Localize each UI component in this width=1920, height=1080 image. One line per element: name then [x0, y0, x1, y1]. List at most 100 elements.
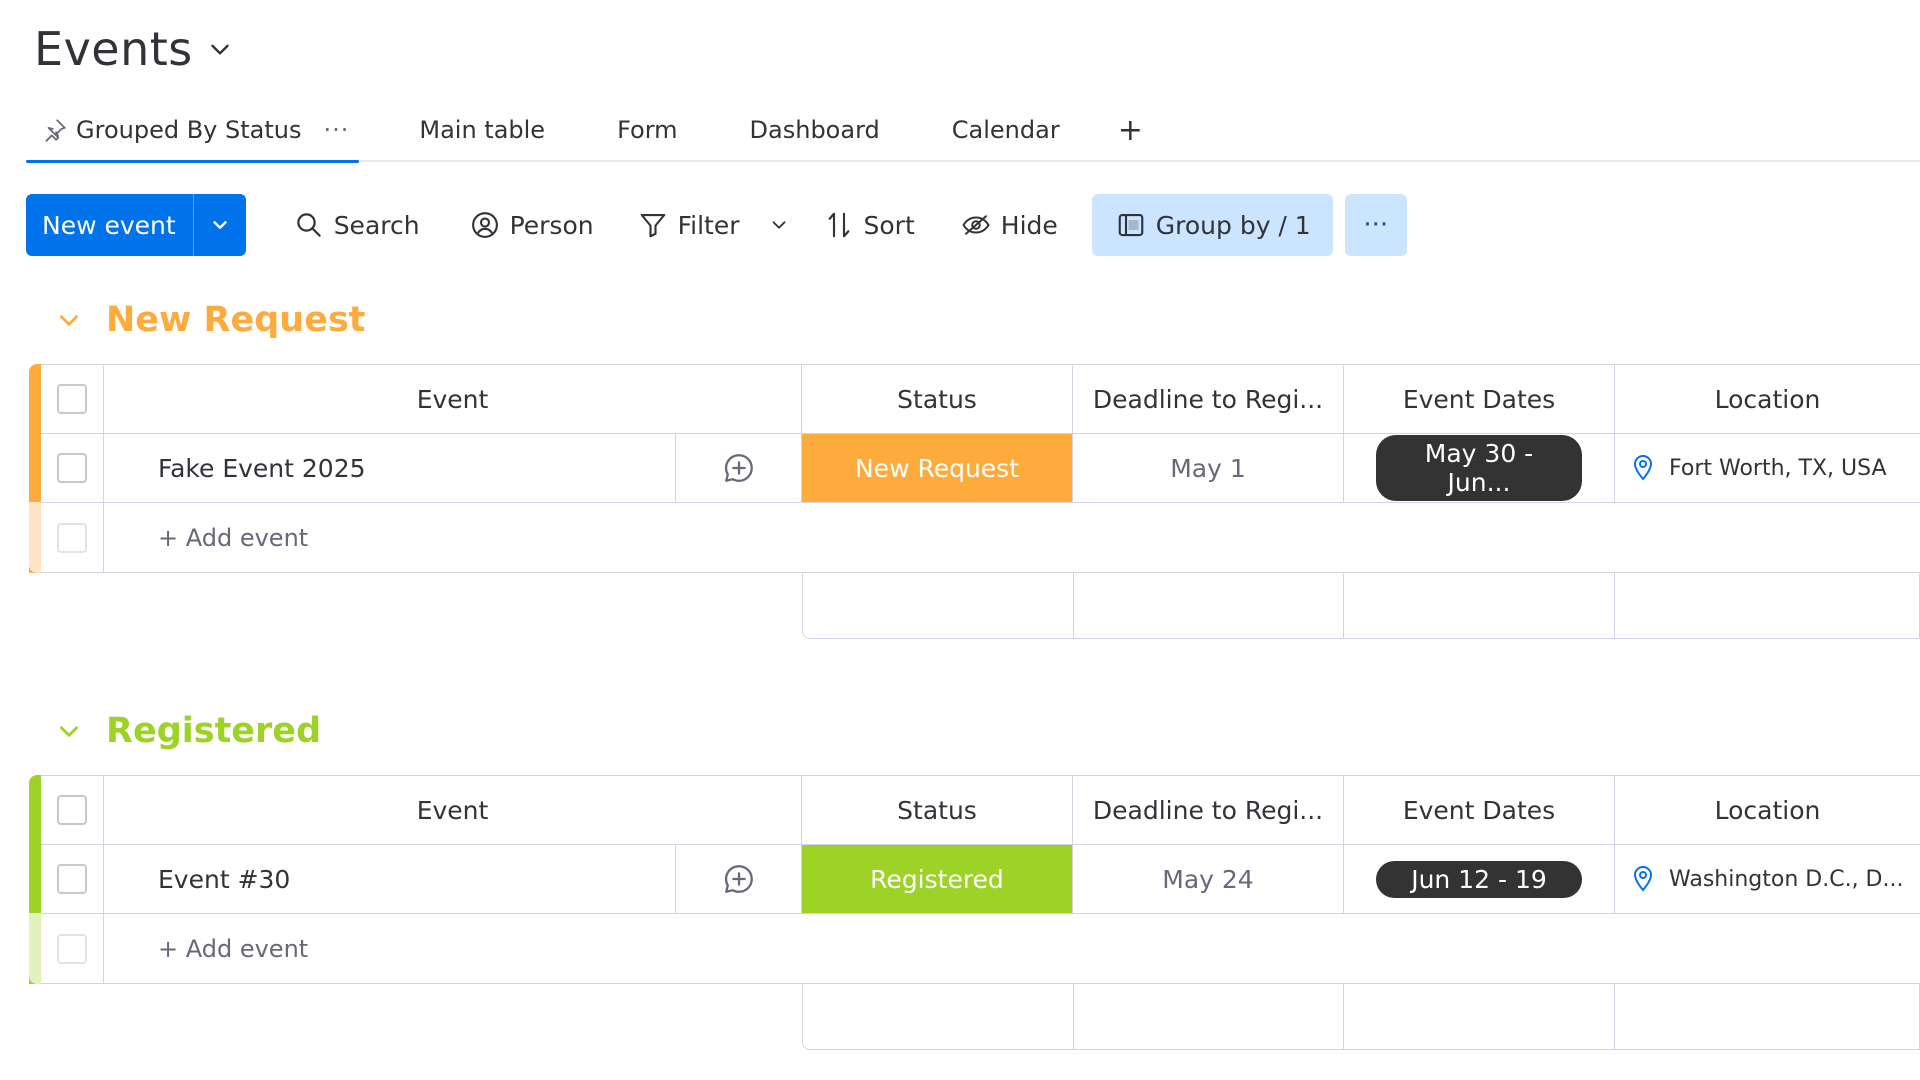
location-cell[interactable]: Fort Worth, TX, USA — [1615, 434, 1920, 502]
column-label: Event — [416, 384, 489, 414]
summary-cell — [1344, 573, 1615, 638]
updates-cell[interactable] — [676, 845, 802, 913]
column-label: Location — [1714, 384, 1821, 414]
item-name[interactable]: Event #30 — [158, 865, 290, 894]
page-title: Events — [34, 22, 193, 76]
group-by-label: Group by / 1 — [1155, 210, 1311, 240]
deadline-cell[interactable]: May 1 — [1073, 434, 1344, 502]
deadline-cell[interactable]: May 24 — [1073, 845, 1344, 913]
column-label: Status — [897, 795, 977, 825]
table-row[interactable]: Fake Event 2025 New Request May 1 May 30… — [41, 433, 1920, 502]
group-header-new-request[interactable]: New Request — [56, 300, 366, 340]
column-header-location[interactable]: Location — [1615, 776, 1920, 844]
row-select-cell — [41, 845, 104, 913]
group-by-button[interactable]: Group by / 1 — [1091, 194, 1333, 256]
column-header-location[interactable]: Location — [1615, 365, 1920, 433]
column-header-row: Event Status Deadline to Regi... Event D… — [41, 364, 1920, 433]
view-tabs: Grouped By Status ··· Main table Form Da… — [26, 99, 1920, 163]
column-label: Location — [1714, 795, 1821, 825]
row-checkbox[interactable] — [57, 453, 87, 483]
column-label: Deadline to Regi... — [1092, 795, 1324, 825]
column-header-deadline[interactable]: Deadline to Regi... — [1073, 365, 1344, 433]
person-filter-button[interactable]: Person — [456, 194, 608, 256]
event-dates-pill: Jun 12 - 19 — [1376, 860, 1582, 898]
add-view-button[interactable]: + — [1118, 113, 1143, 148]
column-header-event[interactable]: Event — [104, 776, 802, 844]
select-all-cell — [41, 365, 104, 433]
tab-dashboard[interactable]: Dashboard — [738, 99, 892, 161]
tab-label: Calendar — [951, 116, 1060, 144]
item-name-cell[interactable]: Fake Event 2025 — [104, 434, 676, 502]
deadline-value: May 1 — [1170, 453, 1246, 483]
column-header-row: Event Status Deadline to Regi... Event D… — [41, 775, 1920, 844]
chevron-down-icon[interactable] — [56, 718, 82, 744]
tab-form[interactable]: Form — [605, 99, 689, 161]
row-checkbox — [57, 522, 87, 553]
chevron-down-icon[interactable] — [207, 36, 233, 62]
group-color-bar-light — [29, 502, 41, 573]
tab-grouped-by-status[interactable]: Grouped By Status ··· — [26, 99, 360, 163]
status-cell[interactable]: Registered — [802, 845, 1073, 913]
tab-label: Main table — [419, 116, 546, 144]
location-value: Fort Worth, TX, USA — [1669, 455, 1887, 481]
map-pin-icon — [1633, 454, 1653, 481]
column-header-status[interactable]: Status — [802, 365, 1073, 433]
event-dates-cell[interactable]: Jun 12 - 19 — [1344, 845, 1615, 913]
person-label: Person — [509, 210, 594, 240]
row-checkbox[interactable] — [57, 864, 87, 894]
item-name-cell[interactable]: Event #30 — [104, 845, 676, 913]
group-title[interactable]: New Request — [106, 300, 366, 340]
filter-button[interactable]: Filter — [624, 194, 804, 256]
column-header-event-dates[interactable]: Event Dates — [1344, 365, 1615, 433]
event-dates-cell[interactable]: May 30 - Jun... — [1344, 434, 1615, 502]
summary-cell — [1344, 984, 1615, 1049]
add-item-input[interactable]: + Add event — [104, 503, 1920, 572]
new-event-dropdown[interactable] — [194, 194, 246, 256]
tab-label: Dashboard — [749, 116, 880, 144]
add-update-icon[interactable] — [722, 862, 756, 896]
select-all-checkbox[interactable] — [57, 384, 87, 414]
group-header-registered[interactable]: Registered — [56, 711, 321, 751]
column-header-event[interactable]: Event — [104, 365, 802, 433]
row-checkbox — [57, 933, 87, 964]
pin-icon — [45, 119, 66, 142]
add-update-icon[interactable] — [722, 451, 756, 485]
row-select-cell — [41, 914, 104, 983]
status-cell[interactable]: New Request — [802, 434, 1073, 502]
select-all-checkbox[interactable] — [57, 795, 87, 825]
more-options-button[interactable]: ··· — [1344, 194, 1407, 256]
tab-more-icon[interactable]: ··· — [323, 116, 349, 144]
status-label: New Request — [854, 453, 1020, 483]
tab-calendar[interactable]: Calendar — [940, 99, 1072, 161]
map-pin-icon — [1633, 865, 1653, 892]
sort-icon — [828, 212, 849, 238]
updates-cell[interactable] — [676, 434, 802, 502]
chevron-down-icon[interactable] — [56, 307, 82, 333]
chevron-down-icon[interactable] — [768, 214, 790, 236]
column-header-event-dates[interactable]: Event Dates — [1344, 776, 1615, 844]
column-header-deadline[interactable]: Deadline to Regi... — [1073, 776, 1344, 844]
item-name[interactable]: Fake Event 2025 — [158, 454, 366, 483]
summary-cell — [1074, 984, 1345, 1049]
new-event-button[interactable]: New event — [26, 194, 246, 256]
column-header-status[interactable]: Status — [802, 776, 1073, 844]
group-by-icon — [1118, 213, 1144, 237]
tab-label: Grouped By Status — [76, 116, 302, 144]
group-title[interactable]: Registered — [106, 711, 321, 751]
toolbar: New event Search Person Filter Sort Hide… — [26, 194, 1407, 256]
hide-button[interactable]: Hide — [947, 194, 1072, 256]
location-cell[interactable]: Washington D.C., D... — [1615, 845, 1920, 913]
search-button[interactable]: Search — [280, 194, 434, 256]
new-event-label[interactable]: New event — [26, 194, 194, 256]
row-select-cell — [41, 434, 104, 502]
board-title[interactable]: Events — [34, 22, 233, 76]
table-row[interactable]: Event #30 Registered May 24 Jun 12 - 19 … — [41, 844, 1920, 913]
sort-button[interactable]: Sort — [810, 194, 929, 256]
summary-cell — [1615, 573, 1919, 638]
column-label: Event Dates — [1402, 384, 1556, 414]
search-label: Search — [333, 210, 420, 240]
add-item-input[interactable]: + Add event — [104, 914, 1920, 983]
deadline-value: May 24 — [1162, 864, 1254, 894]
tab-main-table[interactable]: Main table — [407, 99, 557, 161]
tab-label: Form — [617, 116, 678, 144]
